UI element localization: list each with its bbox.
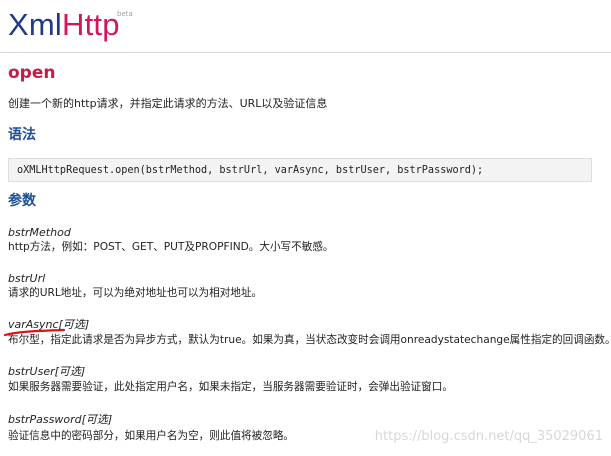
param-desc-bstrpassword: 验证信息中的密码部分，如果用户名为空，则此值将被忽略。: [8, 430, 295, 442]
logo: XmlHttp: [8, 5, 120, 45]
params-heading: 参数: [8, 193, 36, 209]
param-name-bstrpassword: bstrPassword[可选]: [8, 413, 113, 426]
syntax-heading: 语法: [8, 127, 36, 143]
param-desc-bstrurl: 请求的URL地址，可以为绝对地址也可以为相对地址。: [8, 287, 263, 299]
param-desc-bstrmethod: http方法，例如：POST、GET、PUT及PROPFIND。大小写不敏感。: [8, 241, 334, 253]
param-desc-bstruser: 如果服务器需要验证，此处指定用户名，如果未指定，当服务器需要验证时，会弹出验证窗…: [8, 381, 453, 393]
watermark: https://blog.csdn.net/qq_35029061: [374, 429, 603, 444]
logo-xml: Xml: [8, 7, 62, 42]
syntax-code-block: oXMLHttpRequest.open(bstrMethod, bstrUrl…: [8, 158, 592, 182]
logo-http: Http: [62, 7, 120, 42]
param-name-varasync: varAsync[可选]: [8, 318, 90, 331]
param-name-bstruser: bstrUser[可选]: [8, 365, 86, 378]
param-desc-varasync: 布尔型，指定此请求是否为异步方式，默认为true。如果为真，当状态改变时会调用o…: [8, 334, 611, 346]
page-title: open: [8, 63, 56, 83]
page-description: 创建一个新的http请求，并指定此请求的方法、URL以及验证信息: [8, 97, 328, 110]
param-name-bstrurl: bstrUrl: [8, 272, 46, 285]
syntax-code: oXMLHttpRequest.open(bstrMethod, bstrUrl…: [17, 165, 484, 176]
param-name-bstrmethod: bstrMethod: [8, 226, 71, 239]
header: XmlHttp beta: [0, 0, 611, 53]
beta-badge: beta: [117, 10, 133, 18]
